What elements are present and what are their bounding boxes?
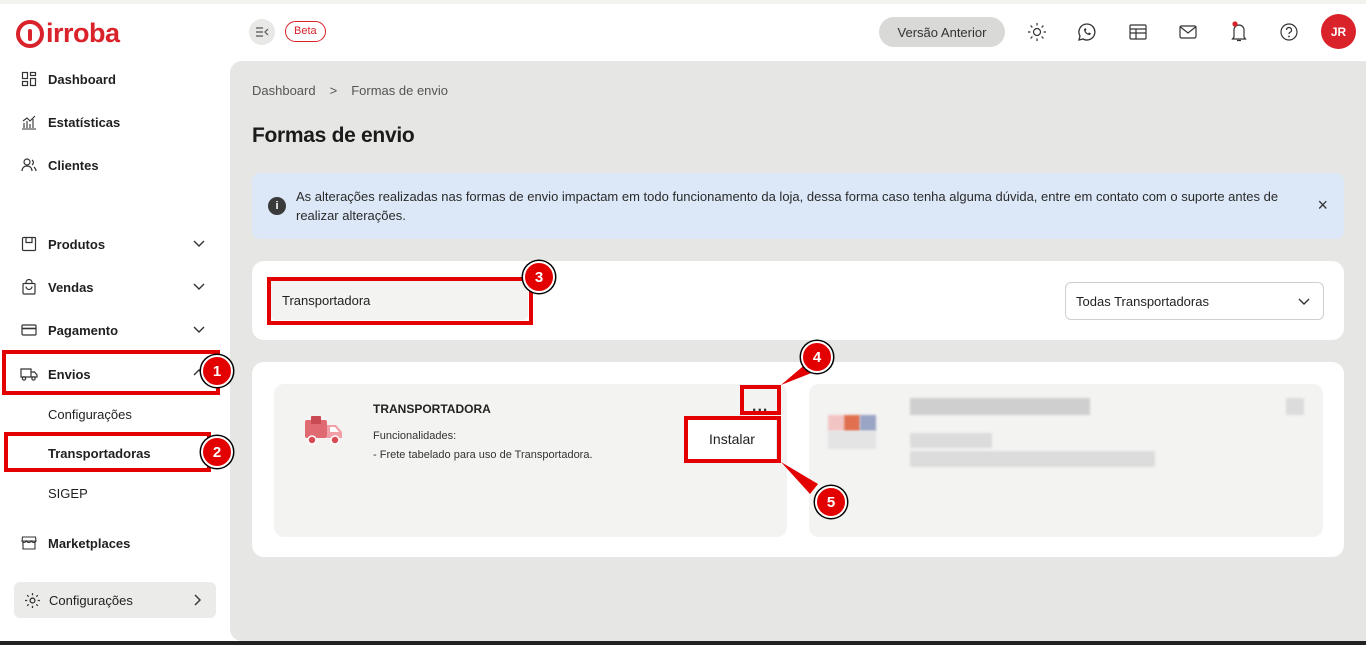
annotation-badge-5: 5 [815, 486, 847, 518]
annotation-badge-2: 2 [201, 436, 233, 468]
bottom-border [0, 641, 1366, 645]
pointer-arrow-5 [781, 462, 818, 494]
annotation-badge-3: 3 [523, 261, 555, 293]
annotation-pointers [781, 362, 818, 494]
annotation-badge-4: 4 [801, 341, 833, 373]
annotation-badge-1: 1 [201, 355, 233, 387]
